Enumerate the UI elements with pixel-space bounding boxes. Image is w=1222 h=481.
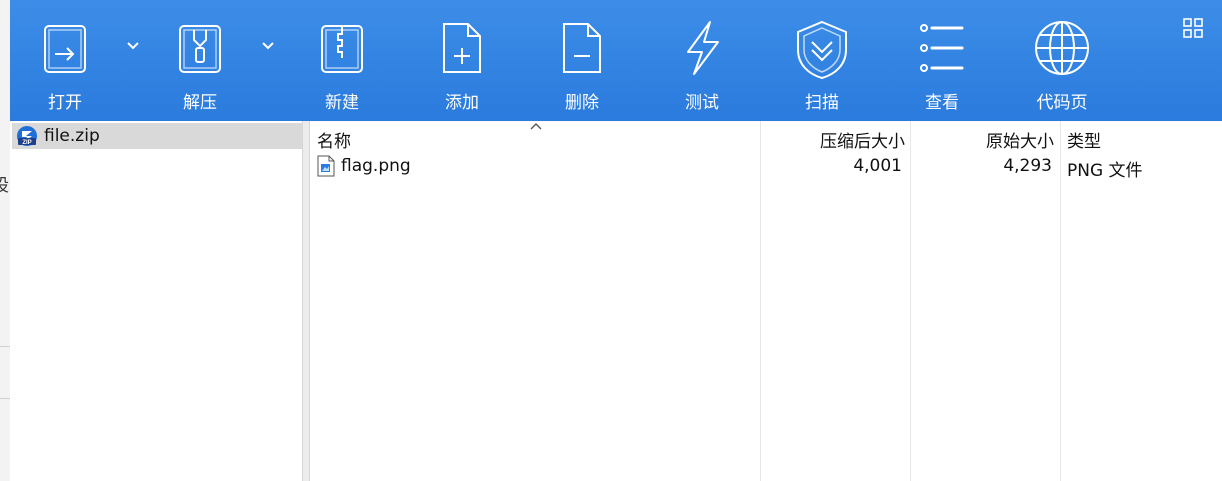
open-icon (44, 25, 86, 73)
view-label: 查看 (925, 93, 959, 113)
tree-item-file-zip[interactable]: ZIP file.zip (12, 123, 302, 149)
column-separator[interactable] (1060, 121, 1061, 481)
extract-icon (179, 25, 221, 73)
archive-manager-window: 设 打开 解压 新建 添加 删除 测试 扫描 查看 代码页 ZIP file.z… (0, 0, 1222, 481)
add-button[interactable]: 添加 (427, 0, 497, 121)
file-list: 名称 压缩后大小 原始大小 类型 flag.png 4,001 4,293 PN… (310, 121, 1222, 481)
column-header-original[interactable]: 原始大小 (910, 127, 1054, 152)
sort-ascending-icon (530, 123, 542, 130)
column-header-name[interactable]: 名称 (317, 127, 351, 152)
open-button[interactable]: 打开 (30, 0, 100, 121)
scan-shield-icon (797, 20, 847, 80)
background-divider (0, 346, 10, 347)
svg-text:ZIP: ZIP (22, 140, 31, 146)
extract-button[interactable]: 解压 (165, 0, 235, 121)
add-file-icon (443, 23, 481, 73)
file-name: flag.png (341, 156, 411, 176)
extract-label: 解压 (183, 93, 217, 113)
png-file-icon (317, 155, 335, 177)
scan-button[interactable]: 扫描 (787, 0, 857, 121)
view-list-icon (920, 24, 964, 72)
test-button[interactable]: 测试 (667, 0, 737, 121)
file-original-size: 4,293 (1003, 156, 1052, 176)
tree-item-label: file.zip (44, 126, 100, 146)
new-archive-label: 新建 (325, 93, 359, 113)
scan-label: 扫描 (805, 93, 839, 113)
delete-label: 删除 (565, 93, 599, 113)
test-lightning-icon (687, 21, 719, 75)
add-label: 添加 (445, 93, 479, 113)
toolbar: 打开 解压 新建 添加 删除 测试 扫描 查看 代码页 (10, 0, 1222, 121)
open-dropdown-chevron-icon[interactable] (125, 38, 141, 54)
file-compressed-size: 4,001 (853, 156, 902, 176)
zip-archive-icon: ZIP (17, 126, 37, 146)
column-header-compressed[interactable]: 压缩后大小 (760, 127, 905, 152)
delete-button[interactable]: 删除 (547, 0, 617, 121)
file-type: PNG 文件 (1067, 161, 1143, 181)
new-archive-icon (321, 25, 363, 73)
extract-dropdown-chevron-icon[interactable] (260, 38, 276, 54)
background-window-text: 设 (0, 176, 9, 196)
codepage-label: 代码页 (1036, 93, 1088, 113)
column-header-type[interactable]: 类型 (1067, 127, 1101, 152)
delete-file-icon (563, 23, 601, 73)
open-label: 打开 (48, 93, 82, 113)
tile-view-icon[interactable] (1183, 18, 1203, 38)
view-button[interactable]: 查看 (907, 0, 977, 121)
folder-tree: ZIP file.zip (10, 121, 302, 481)
new-archive-button[interactable]: 新建 (307, 0, 377, 121)
codepage-globe-icon (1035, 21, 1089, 75)
test-label: 测试 (685, 93, 719, 113)
background-divider (0, 398, 10, 399)
pane-splitter[interactable] (302, 121, 310, 481)
codepage-button[interactable]: 代码页 (1025, 0, 1099, 121)
